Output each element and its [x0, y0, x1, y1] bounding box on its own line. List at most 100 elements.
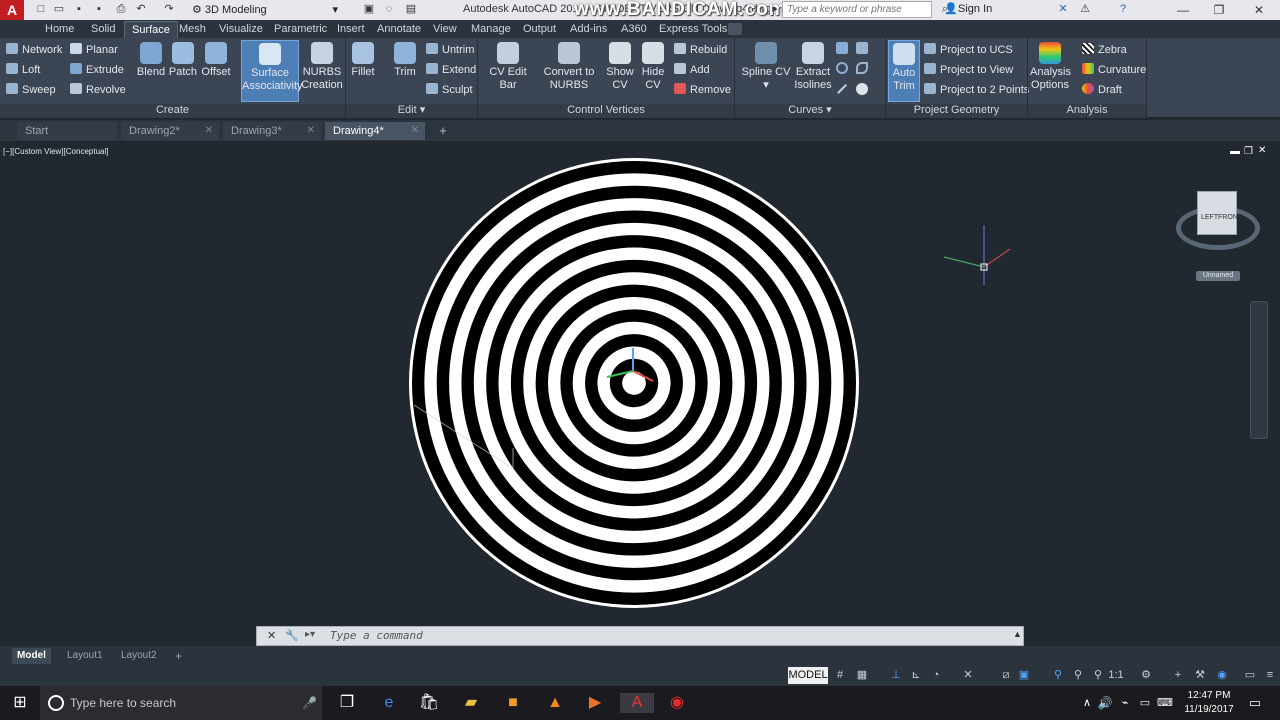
tab-surface[interactable]: Surface	[124, 21, 178, 38]
taskbar-clock[interactable]: 12:47 PM 11/19/2017	[1176, 689, 1242, 717]
project-to-ucs-button[interactable]: Project to UCS	[924, 41, 1013, 59]
snap-icon[interactable]: ▦	[856, 669, 868, 681]
close-icon[interactable]: ✕	[307, 122, 315, 140]
ucs-name-badge[interactable]: Unnamed	[1196, 271, 1240, 281]
search-input[interactable]: Type a keyword or phrase	[782, 1, 932, 18]
tab-output[interactable]: Output	[516, 21, 563, 38]
trim-button[interactable]: Trim	[390, 40, 420, 102]
task-view-icon[interactable]: ❐	[336, 693, 358, 713]
sync-icon[interactable]: ◌	[382, 2, 396, 16]
tab-mesh[interactable]: Mesh	[172, 21, 213, 38]
wrench-icon[interactable]: 🔧	[285, 629, 299, 642]
model-space-button[interactable]: MODEL	[788, 667, 828, 684]
annotation-scale-value[interactable]: 1:1	[1108, 669, 1124, 681]
spline-tool-icon[interactable]	[856, 62, 868, 74]
action-center-icon[interactable]: ▭	[1244, 693, 1266, 713]
viewport-controls-label[interactable]: [−][Custom View][Conceptual]	[3, 147, 108, 156]
tab-add-ins[interactable]: Add-ins	[563, 21, 614, 38]
tab-parametric[interactable]: Parametric	[267, 21, 334, 38]
ortho-icon[interactable]: ⊾	[910, 669, 922, 681]
isolate-icon[interactable]: ◉	[1216, 669, 1228, 681]
new-tab-icon[interactable]: +	[434, 122, 452, 140]
new-icon[interactable]: □	[34, 2, 48, 16]
sweep-button[interactable]: Sweep	[6, 81, 56, 99]
3d-snap-icon[interactable]: ▣	[1018, 669, 1030, 681]
project-to-view-button[interactable]: Project to View	[924, 61, 1013, 79]
minimize-icon[interactable]: —	[1164, 0, 1202, 20]
network-button[interactable]: Network	[6, 41, 62, 59]
patch-button[interactable]: Patch	[168, 40, 198, 102]
workspace-select[interactable]: ⚙ 3D Modeling ▾	[192, 2, 342, 18]
restore-icon[interactable]: ❐	[1200, 0, 1238, 20]
microphone-icon[interactable]: 🎤	[302, 686, 317, 720]
file-tab-drawing3[interactable]: Drawing3* ✕	[223, 122, 321, 140]
untrim-button[interactable]: Untrim	[426, 41, 474, 59]
clean-screen-icon[interactable]: ▭	[1244, 669, 1256, 681]
file-tab-drawing4[interactable]: Drawing4* ✕	[325, 122, 425, 140]
user-icon[interactable]: 👤	[944, 2, 958, 16]
autocad-logo[interactable]: A	[0, 0, 24, 20]
circle-tool-icon[interactable]	[856, 83, 868, 95]
nurbs-creation-button[interactable]: NURBS Creation	[300, 40, 344, 102]
layout-tab-layout1[interactable]: Layout1	[62, 648, 108, 664]
plus-icon[interactable]: +	[1172, 669, 1184, 681]
tab-visualize[interactable]: Visualize	[212, 21, 270, 38]
language-icon[interactable]: ⌨	[1154, 693, 1176, 713]
sign-in-button[interactable]: Sign In	[958, 3, 992, 15]
hardware-accel-icon[interactable]: ⚒	[1194, 669, 1206, 681]
viewport-close-icon[interactable]: ✕	[1258, 145, 1266, 156]
open-icon[interactable]: ▭	[52, 2, 66, 16]
tab-home[interactable]: Home	[38, 21, 81, 38]
loft-button[interactable]: Loft	[6, 61, 40, 79]
sculpt-button[interactable]: Sculpt	[426, 81, 473, 99]
app-icon-orange[interactable]: ■	[502, 693, 524, 713]
add-cv-button[interactable]: Add	[674, 61, 710, 79]
file-tab-drawing2[interactable]: Drawing2* ✕	[121, 122, 219, 140]
curvature-button[interactable]: Curvature	[1082, 61, 1146, 79]
cv-edit-bar-button[interactable]: CV Edit Bar	[480, 40, 536, 102]
rebuild-button[interactable]: Rebuild	[674, 41, 727, 59]
revolve-button[interactable]: Revolve	[70, 81, 126, 99]
curve-tool-icon[interactable]	[836, 42, 848, 54]
exchange-icon[interactable]: ✕	[1056, 2, 1070, 16]
customize-icon[interactable]: ≡	[1264, 669, 1276, 681]
tab-a360[interactable]: A360	[614, 21, 654, 38]
annotation-visibility-icon[interactable]: ⚲	[1052, 669, 1064, 681]
grid-icon[interactable]: #	[834, 669, 846, 681]
drawing-viewport[interactable]: LEFT FRONT Unnamed ▬ ❐ ✕	[0, 143, 1280, 645]
tab-annotate[interactable]: Annotate	[370, 21, 428, 38]
viewport-minimize-icon[interactable]: ▬	[1230, 146, 1240, 157]
command-history-icon[interactable]: ▲	[1013, 629, 1022, 639]
store-icon[interactable]: 🛍	[418, 693, 440, 713]
object-snap-icon[interactable]: ⧄	[1000, 669, 1012, 681]
bandicam-record-icon[interactable]: ◉	[666, 693, 688, 713]
viewport-restore-icon[interactable]: ❐	[1244, 146, 1253, 157]
tab-solid[interactable]: Solid	[84, 21, 122, 38]
edge-icon[interactable]: e	[378, 693, 400, 713]
command-input[interactable]: Type a command	[330, 629, 423, 642]
layout-tab-model[interactable]: Model	[12, 648, 51, 664]
tab-express-tools[interactable]: Express Tools	[652, 21, 734, 38]
hide-cv-button[interactable]: Hide CV	[637, 40, 669, 102]
redo-icon[interactable]: ↷	[162, 2, 176, 16]
zebra-button[interactable]: Zebra	[1082, 41, 1127, 59]
navigation-bar[interactable]	[1250, 301, 1268, 439]
analysis-options-button[interactable]: Analysis Options	[1030, 40, 1071, 102]
add-layout-icon[interactable]: +	[170, 648, 187, 664]
volume-icon[interactable]: 🔊	[1094, 693, 1116, 713]
convert-to-nurbs-button[interactable]: Convert to NURBS	[542, 40, 596, 102]
close-icon[interactable]: ✕	[205, 122, 213, 140]
battery-icon[interactable]: ▭	[1134, 693, 1156, 713]
vlc-icon[interactable]: ▲	[544, 693, 566, 713]
file-explorer-icon[interactable]: ▰	[460, 693, 482, 713]
layout-tab-layout2[interactable]: Layout2	[116, 648, 162, 664]
planar-button[interactable]: Planar	[70, 41, 118, 59]
save-as-icon[interactable]: ▪	[92, 2, 106, 16]
extra-icon[interactable]: ▤	[404, 2, 418, 16]
remove-cv-button[interactable]: Remove	[674, 81, 731, 99]
blend-button[interactable]: Blend	[136, 40, 166, 102]
viewcube[interactable]: LEFT FRONT	[1197, 191, 1242, 235]
extend-button[interactable]: Extend	[426, 61, 476, 79]
auto-trim-button[interactable]: Auto Trim	[888, 40, 920, 102]
ribbon-toggle-icon[interactable]	[728, 23, 742, 35]
